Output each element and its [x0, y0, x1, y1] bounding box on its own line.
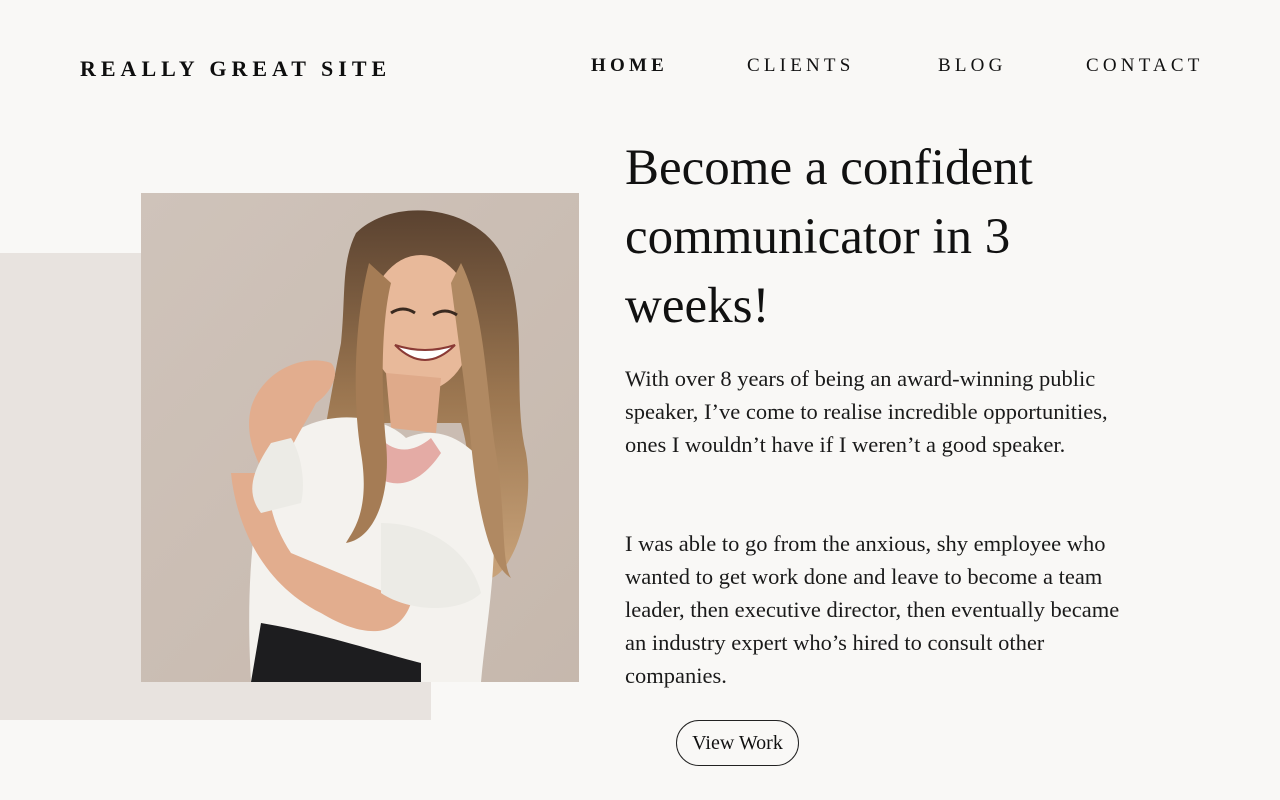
nav-home[interactable]: HOME [591, 55, 668, 77]
view-work-button[interactable]: View Work [676, 720, 799, 766]
hero-portrait-photo [141, 193, 579, 682]
hero-paragraph-1: With over 8 years of being an award-winn… [625, 366, 1108, 457]
hero-paragraph-2: I was able to go from the anxious, shy e… [625, 531, 1120, 688]
main-nav: HOME CLIENTS BLOG CONTACT [0, 55, 1280, 85]
nav-contact[interactable]: CONTACT [1086, 55, 1204, 77]
nav-clients[interactable]: CLIENTS [747, 55, 855, 77]
nav-blog[interactable]: BLOG [938, 55, 1007, 77]
hero-title: Become a confident communicator in 3 wee… [625, 140, 1033, 334]
